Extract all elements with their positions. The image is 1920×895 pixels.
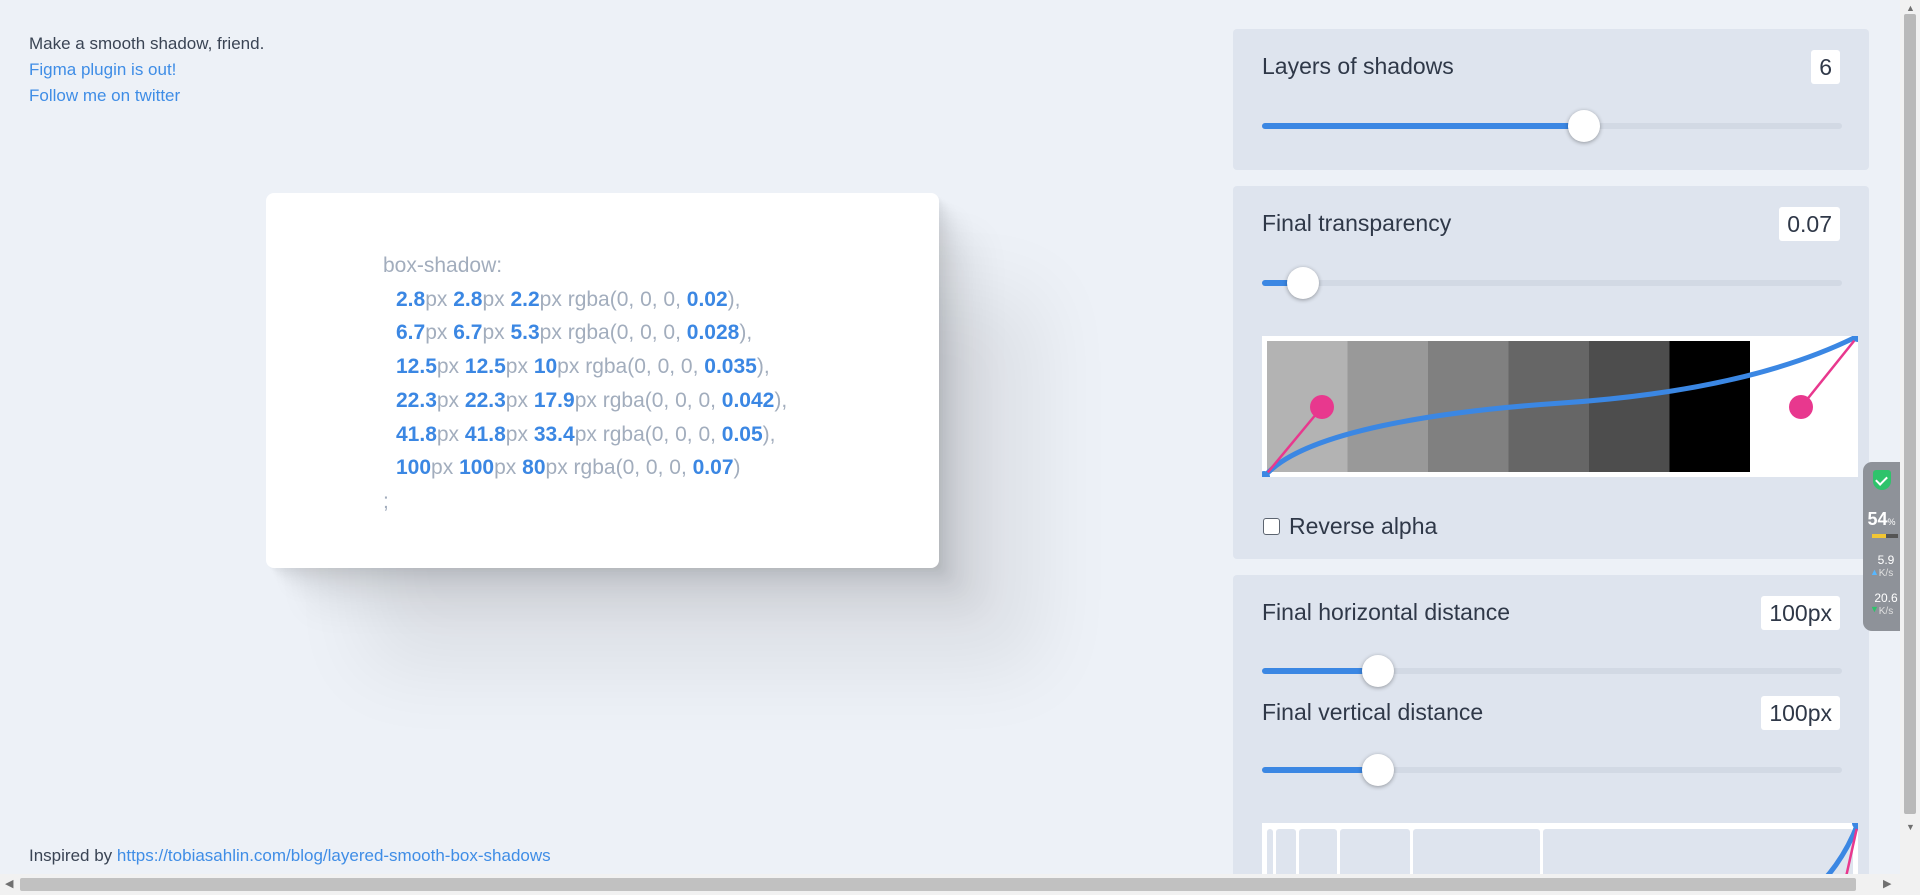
vertical-scroll-thumb[interactable]	[1904, 14, 1916, 814]
layers-slider-thumb[interactable]	[1568, 110, 1601, 142]
alpha-swatch	[1267, 341, 1348, 472]
vertical-scrollbar[interactable]: ▲ ▼	[1900, 0, 1920, 895]
transparency-value[interactable]: 0.07	[1779, 207, 1840, 241]
shield-check-icon	[1873, 470, 1891, 490]
network-percent: 54%	[1867, 509, 1896, 529]
layers-panel: Layers of shadows 6	[1233, 29, 1869, 170]
horizontal-distance-slider[interactable]	[1262, 655, 1842, 687]
twitter-link[interactable]: Follow me on twitter	[29, 83, 264, 109]
layers-slider[interactable]	[1262, 110, 1842, 142]
inspiration-link[interactable]: https://tobiasahlin.com/blog/layered-smo…	[117, 846, 551, 865]
transparency-slider-thumb[interactable]	[1286, 267, 1319, 299]
alpha-control-handle-2[interactable]	[1789, 395, 1813, 419]
code-shadow-layer: 100px 100px 80px rgba(0, 0, 0, 0.07)	[396, 456, 741, 480]
horizontal-scroll-thumb[interactable]	[20, 878, 1856, 891]
alpha-swatch	[1669, 341, 1750, 472]
scroll-right-arrow-icon[interactable]: ▶	[1883, 877, 1891, 890]
figma-plugin-link[interactable]: Figma plugin is out!	[29, 57, 264, 83]
css-code-output[interactable]: box-shadow: 2.8px 2.8px 2.2px rgba(0, 0,…	[383, 249, 787, 519]
transparency-slider[interactable]	[1262, 267, 1842, 299]
upload-rate: 5.9 K/s	[1877, 553, 1895, 579]
scroll-left-arrow-icon[interactable]: ◀	[5, 877, 13, 890]
code-property: box-shadow:	[383, 254, 503, 277]
footer-prefix: Inspired by	[29, 846, 113, 865]
layers-value[interactable]: 6	[1811, 50, 1840, 84]
footer: Inspired by https://tobiasahlin.com/blog…	[29, 846, 551, 866]
vertical-distance-value[interactable]: 100px	[1761, 696, 1840, 730]
scroll-down-arrow-icon[interactable]: ▼	[1906, 822, 1915, 832]
vertical-slider-fill	[1262, 767, 1378, 773]
code-end: ;	[383, 489, 389, 513]
distance-end-point[interactable]	[1852, 823, 1858, 829]
layers-slider-fill	[1262, 123, 1585, 129]
horizontal-distance-value[interactable]: 100px	[1761, 596, 1840, 630]
distance-panel: Final horizontal distance 100px Final ve…	[1233, 575, 1869, 895]
code-shadow-layer: 22.3px 22.3px 17.9px rgba(0, 0, 0, 0.042…	[396, 388, 788, 412]
alpha-control-handle-1[interactable]	[1310, 395, 1334, 419]
code-shadow-layer: 2.8px 2.8px 2.2px rgba(0, 0, 0, 0.02),	[396, 287, 741, 311]
reverse-alpha-option[interactable]: Reverse alpha	[1263, 513, 1437, 540]
alpha-curve-svg	[1262, 336, 1858, 477]
layers-label: Layers of shadows	[1262, 53, 1454, 79]
vertical-distance-slider[interactable]	[1262, 754, 1842, 786]
code-shadow-layer: 41.8px 41.8px 33.4px rgba(0, 0, 0, 0.05)…	[396, 422, 776, 446]
transparency-panel: Final transparency 0.07 Reverse alpha	[1233, 186, 1869, 559]
shadow-preview-card: box-shadow: 2.8px 2.8px 2.2px rgba(0, 0,…	[266, 193, 939, 568]
code-shadow-layer: 12.5px 12.5px 10px rgba(0, 0, 0, 0.035),	[396, 355, 770, 379]
network-monitor-widget[interactable]: 54% ▲ 5.9 K/s ▼ 20.6 K/s	[1863, 462, 1900, 631]
horizontal-slider-fill	[1262, 668, 1378, 674]
alpha-swatch	[1589, 341, 1670, 472]
tagline: Make a smooth shadow, friend.	[29, 34, 265, 53]
alpha-swatch	[1347, 341, 1428, 472]
vertical-distance-label: Final vertical distance	[1262, 699, 1484, 725]
intro: Make a smooth shadow, friend. Figma plug…	[29, 31, 264, 109]
scroll-up-arrow-icon[interactable]: ▲	[1906, 3, 1915, 13]
reverse-alpha-label: Reverse alpha	[1289, 513, 1438, 539]
horizontal-slider-thumb[interactable]	[1362, 655, 1394, 687]
alpha-curve-editor[interactable]	[1262, 336, 1858, 477]
network-usage-bar	[1872, 534, 1898, 538]
reverse-alpha-checkbox[interactable]	[1263, 518, 1280, 535]
download-rate: 20.6 K/s	[1874, 591, 1898, 617]
horizontal-distance-label: Final horizontal distance	[1262, 599, 1511, 625]
vertical-slider-thumb[interactable]	[1362, 754, 1394, 786]
code-shadow-layer: 6.7px 6.7px 5.3px rgba(0, 0, 0, 0.028),	[396, 321, 753, 345]
horizontal-scrollbar[interactable]: ◀ ▶	[0, 874, 1900, 895]
transparency-label: Final transparency	[1262, 210, 1452, 236]
